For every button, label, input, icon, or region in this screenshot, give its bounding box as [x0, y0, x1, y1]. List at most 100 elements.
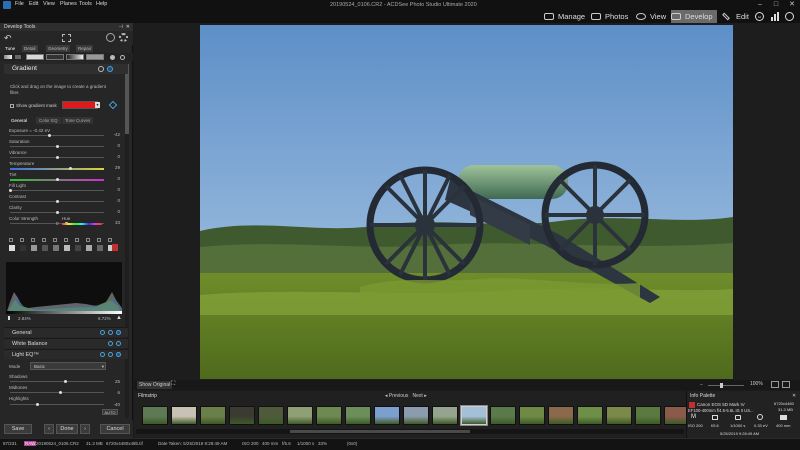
hue-gradient-bar[interactable]	[62, 223, 102, 225]
swatch-gradient[interactable]	[66, 54, 84, 60]
mode-manage[interactable]: Manage	[544, 10, 585, 23]
next-link[interactable]: Next	[413, 393, 423, 399]
histogram-mini-icon[interactable]	[4, 55, 12, 59]
filmstrip-thumbnail[interactable]	[345, 406, 371, 425]
general-reset-icon[interactable]	[100, 330, 105, 335]
gradient-power-icon[interactable]	[107, 66, 113, 72]
filmstrip-thumbnail[interactable]	[316, 406, 342, 425]
shadows-track[interactable]	[10, 381, 104, 382]
menu-planes[interactable]: Planes	[60, 1, 77, 7]
channel-swatch[interactable]	[42, 245, 48, 251]
channel-checkbox[interactable]	[42, 238, 46, 242]
prev-photo-button[interactable]: ‹	[44, 424, 54, 434]
general-toggle-icon[interactable]	[116, 330, 121, 335]
close-icon[interactable]: ✕	[784, 0, 800, 10]
filmstrip-thumbnail[interactable]	[519, 406, 545, 425]
filmstrip-thumbnail[interactable]	[258, 406, 284, 425]
show-original-button[interactable]: Show Original	[137, 381, 173, 389]
next-arrow-icon[interactable]: ▸	[423, 393, 427, 399]
slider-knob[interactable]	[8, 189, 12, 192]
slider-track[interactable]	[10, 190, 104, 191]
dashboard-icon[interactable]	[770, 12, 779, 21]
subtab-general[interactable]: General	[8, 117, 31, 124]
slider-knob[interactable]	[55, 200, 59, 203]
swatch-gray[interactable]	[86, 54, 104, 60]
channel-swatch[interactable]	[31, 245, 37, 251]
leq-power-icon[interactable]	[108, 352, 113, 357]
slider-knob[interactable]	[55, 178, 59, 181]
fullscreen-icon[interactable]: ⛶	[171, 381, 175, 388]
delete-icon[interactable]	[112, 244, 118, 251]
mode-photos[interactable]: Photos	[591, 10, 628, 23]
next-photo-button[interactable]: ›	[80, 424, 90, 434]
filmstrip-thumbnail[interactable]	[287, 406, 313, 425]
settings-gear-icon[interactable]	[119, 33, 128, 42]
brush-mode-icon[interactable]	[120, 55, 125, 60]
wb-reset-icon[interactable]	[108, 341, 113, 346]
filmstrip-thumbnail[interactable]	[142, 406, 168, 425]
slider-track[interactable]	[10, 168, 104, 170]
show-mask-checkbox[interactable]	[10, 104, 14, 108]
slider-knob[interactable]	[68, 167, 72, 170]
filmstrip-thumbnail[interactable]	[548, 406, 574, 425]
filmstrip-thumbnail[interactable]	[432, 406, 458, 425]
slider-knob[interactable]	[55, 156, 59, 159]
gradient-reset-icon[interactable]	[98, 66, 104, 72]
channel-checkbox[interactable]	[9, 238, 13, 242]
slider-knob[interactable]	[47, 134, 51, 137]
maximize-icon[interactable]: □	[768, 0, 784, 10]
filmstrip-thumbnail[interactable]	[460, 405, 488, 426]
mode-edit[interactable]: Edit	[722, 10, 749, 23]
save-button[interactable]: Save	[4, 424, 32, 434]
zoom-out-icon[interactable]: −	[700, 382, 703, 388]
refresh-icon[interactable]	[106, 33, 115, 42]
fit-icon[interactable]	[771, 381, 779, 388]
channel-swatch[interactable]	[97, 245, 103, 251]
done-button[interactable]: Done	[56, 424, 78, 434]
undo-icon[interactable]: ↶	[4, 33, 12, 44]
filmstrip-thumbnail[interactable]	[374, 406, 400, 425]
channel-checkbox[interactable]	[75, 238, 79, 242]
channel-swatch[interactable]	[75, 245, 81, 251]
filmstrip-thumbnail[interactable]	[229, 406, 255, 425]
zoom-slider-track[interactable]	[708, 385, 744, 386]
zoom-value[interactable]: 100%	[750, 381, 763, 387]
clip-highlight-icon[interactable]: ▲	[116, 315, 122, 321]
slider-knob[interactable]	[55, 211, 59, 214]
auto-button[interactable]: AUTO	[102, 409, 118, 415]
previous-link[interactable]: Previous	[389, 393, 408, 399]
filmstrip-thumbnail[interactable]	[200, 406, 226, 425]
channel-swatch[interactable]	[86, 245, 92, 251]
channel-swatch[interactable]	[64, 245, 70, 251]
wb-power-icon[interactable]	[116, 341, 121, 346]
info-palette-close-icon[interactable]: ✕	[792, 393, 796, 399]
radial-icon[interactable]	[110, 55, 115, 60]
channel-swatch[interactable]	[20, 245, 26, 251]
channel-swatch[interactable]	[9, 245, 15, 251]
channel-checkbox[interactable]	[31, 238, 35, 242]
slider-track[interactable]	[10, 135, 104, 136]
channel-checkbox[interactable]	[64, 238, 68, 242]
channel-checkbox[interactable]	[53, 238, 57, 242]
menu-edit[interactable]: Edit	[29, 1, 38, 7]
zoom-slider-knob[interactable]	[720, 383, 723, 388]
menu-file[interactable]: File	[15, 1, 24, 7]
mask-color-picker[interactable]	[62, 101, 98, 109]
swatch-white[interactable]	[26, 54, 44, 60]
menu-help[interactable]: Help	[96, 1, 107, 7]
midtones-knob[interactable]	[59, 391, 62, 394]
actual-size-icon[interactable]	[782, 381, 790, 388]
tab-detail[interactable]: Detail	[22, 45, 38, 52]
crop-target-icon[interactable]	[62, 34, 71, 42]
minimize-icon[interactable]: –	[752, 0, 768, 10]
shadows-knob[interactable]	[64, 380, 67, 383]
mode-develop[interactable]: Develop	[671, 10, 717, 23]
panel-close-icon[interactable]: ✕	[126, 23, 130, 31]
clip-shadow-icon[interactable]	[8, 316, 12, 320]
photo-image[interactable]	[200, 25, 733, 379]
channel-checkbox[interactable]	[108, 238, 112, 242]
leq-reset-icon[interactable]	[100, 352, 105, 357]
filmstrip-thumbnail[interactable]	[403, 406, 429, 425]
tab-geometry[interactable]: Geometry	[46, 45, 70, 52]
menu-view[interactable]: View	[43, 1, 55, 7]
